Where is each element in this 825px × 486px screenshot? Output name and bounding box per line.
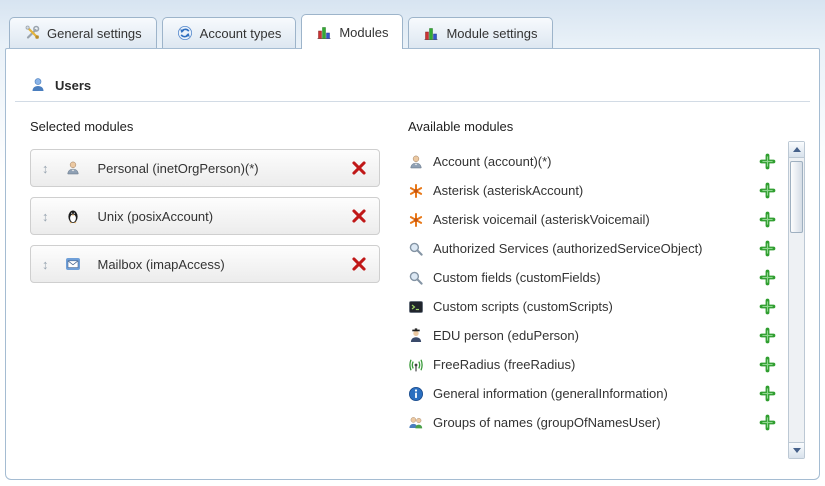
- available-module-label: Custom scripts (customScripts): [433, 299, 759, 314]
- add-module-button[interactable]: [759, 182, 776, 199]
- terminal-icon: [408, 299, 424, 315]
- selected-module-label: Personal (inetOrgPerson)(*): [98, 161, 351, 176]
- antenna-icon: [408, 357, 424, 373]
- available-modules-column: Available modules Account (account)(*) A…: [408, 102, 805, 459]
- tab-modules[interactable]: Modules: [301, 14, 403, 49]
- add-module-button[interactable]: [759, 327, 776, 344]
- edu-person-icon: [408, 328, 424, 344]
- available-module-general-information: General information (generalInformation): [408, 379, 784, 408]
- tab-bar: General settings Account types Modules M…: [0, 0, 825, 48]
- magnifier-icon: [408, 241, 424, 257]
- available-module-authorized-services: Authorized Services (authorizedServiceOb…: [408, 234, 784, 263]
- selected-modules-column: Selected modules ↕ Personal (inetOrgPers…: [30, 102, 380, 459]
- user-icon: [30, 77, 46, 93]
- tab-account-types[interactable]: Account types: [162, 17, 297, 48]
- tab-label: Modules: [339, 25, 388, 40]
- add-module-button[interactable]: [759, 269, 776, 286]
- available-module-label: Asterisk voicemail (asteriskVoicemail): [433, 212, 759, 227]
- scroll-up-button[interactable]: [789, 142, 804, 158]
- available-module-custom-scripts: Custom scripts (customScripts): [408, 292, 784, 321]
- available-module-label: Authorized Services (authorizedServiceOb…: [433, 241, 759, 256]
- remove-module-button[interactable]: [350, 207, 368, 225]
- group-icon: [408, 415, 424, 431]
- available-modules-list: Account (account)(*) Asterisk (asteriskA…: [408, 147, 784, 459]
- selected-module-unix[interactable]: ↕ Unix (posixAccount): [30, 197, 380, 235]
- drag-handle-icon[interactable]: ↕: [42, 257, 49, 272]
- chart-icon: [316, 24, 332, 40]
- available-module-freeradius: FreeRadius (freeRadius): [408, 350, 784, 379]
- mailbox-icon: [65, 256, 81, 272]
- person-icon: [65, 160, 81, 176]
- available-module-account: Account (account)(*): [408, 147, 784, 176]
- add-module-button[interactable]: [759, 356, 776, 373]
- vertical-scrollbar[interactable]: [788, 141, 805, 459]
- chart-icon: [423, 25, 439, 41]
- available-module-label: EDU person (eduPerson): [433, 328, 759, 343]
- available-module-label: Account (account)(*): [433, 154, 759, 169]
- scroll-down-button[interactable]: [789, 442, 804, 458]
- section-header: Users: [30, 77, 819, 93]
- selected-modules-heading: Selected modules: [30, 119, 380, 134]
- asterisk-icon: [408, 212, 424, 228]
- available-module-label: General information (generalInformation): [433, 386, 759, 401]
- available-module-groups-of-names: Groups of names (groupOfNamesUser): [408, 408, 784, 437]
- person-icon: [408, 154, 424, 170]
- add-module-button[interactable]: [759, 414, 776, 431]
- remove-module-button[interactable]: [350, 159, 368, 177]
- modules-columns: Selected modules ↕ Personal (inetOrgPers…: [6, 102, 819, 459]
- available-module-label: FreeRadius (freeRadius): [433, 357, 759, 372]
- drag-handle-icon[interactable]: ↕: [42, 209, 49, 224]
- info-icon: [408, 386, 424, 402]
- tab-label: General settings: [47, 26, 142, 41]
- selected-module-personal[interactable]: ↕ Personal (inetOrgPerson)(*): [30, 149, 380, 187]
- section-title: Users: [55, 78, 91, 93]
- refresh-icon: [177, 25, 193, 41]
- available-module-asterisk-voicemail: Asterisk voicemail (asteriskVoicemail): [408, 205, 784, 234]
- available-module-asterisk: Asterisk (asteriskAccount): [408, 176, 784, 205]
- magnifier-icon: [408, 270, 424, 286]
- scrollbar-thumb[interactable]: [790, 161, 803, 233]
- add-module-button[interactable]: [759, 385, 776, 402]
- available-module-label: Asterisk (asteriskAccount): [433, 183, 759, 198]
- available-module-label: Groups of names (groupOfNamesUser): [433, 415, 759, 430]
- available-module-edu-person: EDU person (eduPerson): [408, 321, 784, 350]
- content-panel: Users Selected modules ↕ Personal (inetO…: [5, 48, 820, 480]
- add-module-button[interactable]: [759, 211, 776, 228]
- tools-icon: [24, 25, 40, 41]
- available-module-label: Custom fields (customFields): [433, 270, 759, 285]
- tab-label: Account types: [200, 26, 282, 41]
- selected-module-label: Unix (posixAccount): [98, 209, 351, 224]
- drag-handle-icon[interactable]: ↕: [42, 161, 49, 176]
- tab-module-settings[interactable]: Module settings: [408, 17, 552, 48]
- add-module-button[interactable]: [759, 240, 776, 257]
- add-module-button[interactable]: [759, 298, 776, 315]
- available-module-custom-fields: Custom fields (customFields): [408, 263, 784, 292]
- available-modules-heading: Available modules: [408, 119, 805, 134]
- arrow-down-icon: [793, 448, 801, 453]
- selected-module-label: Mailbox (imapAccess): [98, 257, 351, 272]
- available-modules-list-wrap: Account (account)(*) Asterisk (asteriskA…: [408, 149, 805, 459]
- penguin-icon: [65, 208, 81, 224]
- add-module-button[interactable]: [759, 153, 776, 170]
- selected-module-mailbox[interactable]: ↕ Mailbox (imapAccess): [30, 245, 380, 283]
- arrow-up-icon: [793, 147, 801, 152]
- remove-module-button[interactable]: [350, 255, 368, 273]
- tab-label: Module settings: [446, 26, 537, 41]
- scrollbar-track[interactable]: [789, 158, 804, 442]
- asterisk-icon: [408, 183, 424, 199]
- tab-general-settings[interactable]: General settings: [9, 17, 157, 48]
